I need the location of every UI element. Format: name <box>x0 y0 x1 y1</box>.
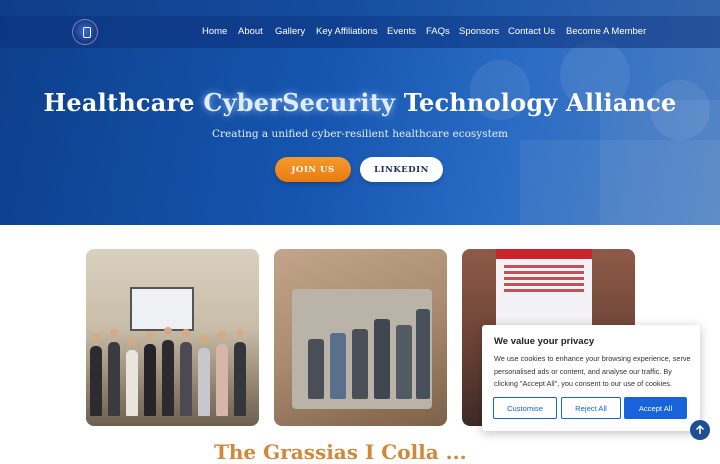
sculpture-figure <box>330 333 346 399</box>
cookie-body: We use cookies to enhance your browsing … <box>494 354 691 388</box>
join-us-button[interactable]: JOIN US <box>275 157 351 182</box>
nav-home[interactable]: Home <box>202 26 227 37</box>
gallery-photo-group[interactable] <box>86 249 259 426</box>
customise-button[interactable]: Customise <box>493 397 557 419</box>
nav-key-affiliations[interactable]: Key Affiliations <box>316 26 378 37</box>
person-figure <box>162 340 174 416</box>
sculpture-figure <box>308 339 324 399</box>
hero-title-highlight: CyberSecurity <box>203 88 396 117</box>
nav-contact-us[interactable]: Contact Us <box>508 26 555 37</box>
person-figure <box>198 348 210 416</box>
person-figure <box>234 342 246 416</box>
top-bar <box>0 0 720 16</box>
person-figure <box>180 342 192 416</box>
person-head <box>92 333 100 341</box>
linkedin-button[interactable]: LINKEDIN <box>360 157 443 182</box>
nav-events[interactable]: Events <box>387 26 416 37</box>
hero-title-part2: Technology Alliance <box>395 88 677 117</box>
person-head <box>218 331 226 339</box>
person-head <box>182 329 190 337</box>
person-figure <box>108 342 120 416</box>
person-head <box>236 329 244 337</box>
banner-text <box>504 265 584 295</box>
hero-section: Home About Gallery Key Affiliations Even… <box>0 0 720 225</box>
person-head <box>128 337 136 345</box>
section-title: The Grassias I Colla ... <box>214 440 467 464</box>
sculpture-figure <box>374 319 390 399</box>
hero-bg-panel <box>600 100 720 225</box>
nav-about[interactable]: About <box>238 26 263 37</box>
nav-sponsors[interactable]: Sponsors <box>459 26 499 37</box>
person-figure <box>126 350 138 416</box>
person-head <box>110 329 118 337</box>
sculpture-figure <box>352 329 368 399</box>
person-head <box>146 331 154 339</box>
hero-title: Healthcare CyberSecurity Technology Alli… <box>0 88 720 117</box>
reject-all-button[interactable]: Reject All <box>561 397 621 419</box>
person-head <box>164 327 172 335</box>
person-head <box>200 335 208 343</box>
sculpture-figure <box>416 309 430 399</box>
nav-faqs[interactable]: FAQs <box>426 26 450 37</box>
person-figure <box>90 346 102 416</box>
cookie-title: We value your privacy <box>494 336 595 347</box>
sculpture-figure <box>396 325 412 399</box>
nav-gallery[interactable]: Gallery <box>275 26 305 37</box>
person-figure <box>216 344 228 416</box>
alliance-logo[interactable] <box>72 19 98 45</box>
accept-all-button[interactable]: Accept All <box>624 397 687 419</box>
projector-screen <box>130 287 194 331</box>
arrow-up-icon <box>695 425 705 434</box>
banner-band <box>496 249 592 259</box>
cookie-consent-dialog: We value your privacy We use cookies to … <box>482 325 700 431</box>
scroll-to-top-button[interactable] <box>690 420 710 440</box>
gallery-photo-sculpture[interactable] <box>274 249 447 426</box>
nav-become-member[interactable]: Become A Member <box>566 26 646 37</box>
person-figure <box>144 344 156 416</box>
hero-subtitle: Creating a unified cyber-resilient healt… <box>211 128 509 140</box>
hero-title-part1: Healthcare <box>43 88 204 117</box>
